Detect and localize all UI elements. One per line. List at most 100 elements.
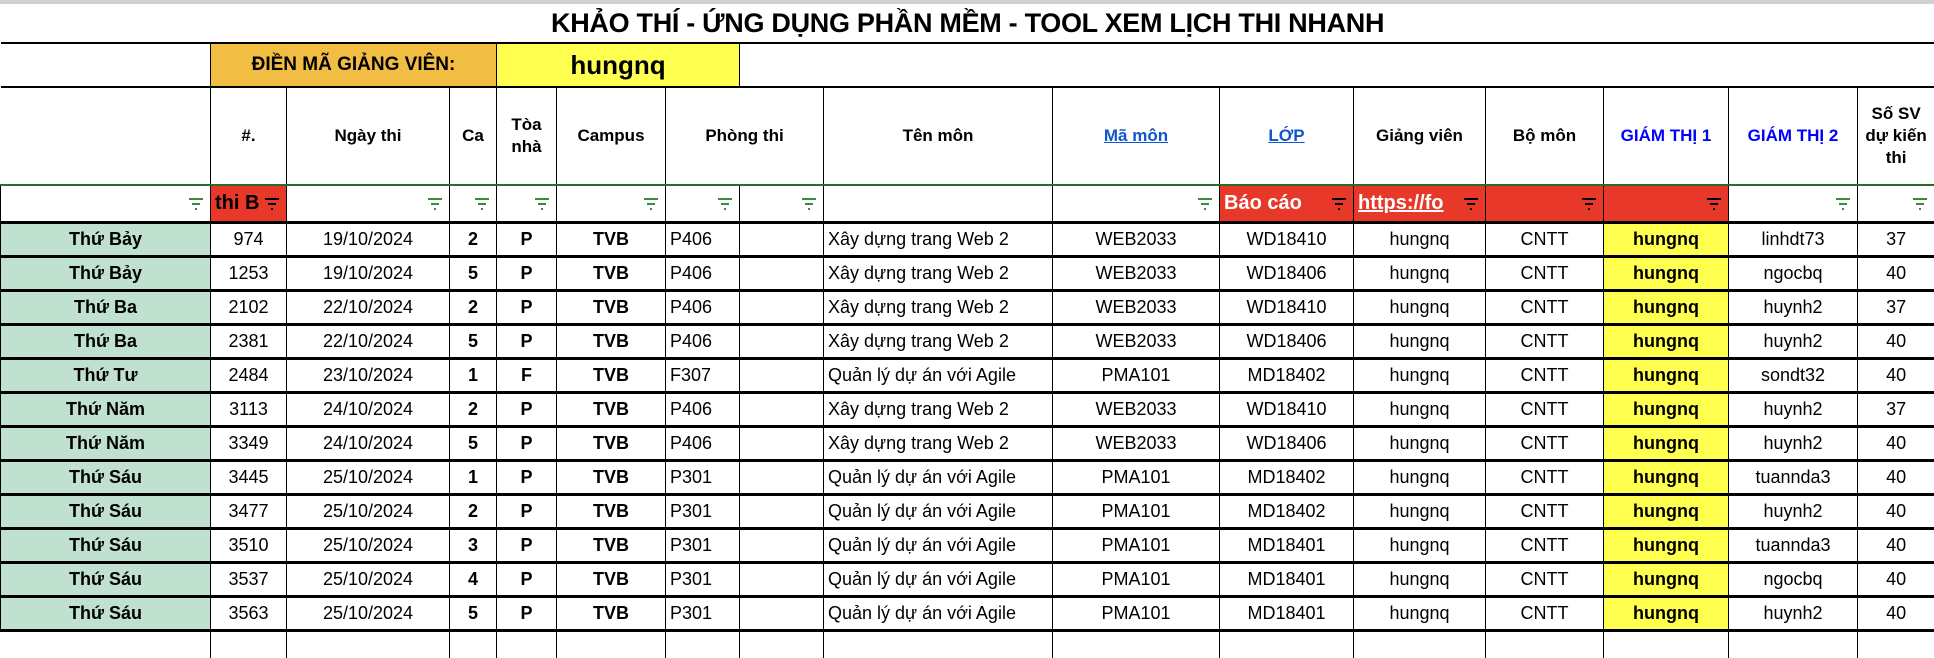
filter-icon[interactable] <box>1581 197 1597 211</box>
cell-proctor-2[interactable]: ngocbq <box>1729 562 1858 596</box>
cell-room-extra[interactable] <box>740 256 824 290</box>
filter-subject-name[interactable] <box>824 185 1053 222</box>
cell-building[interactable]: P <box>497 426 557 460</box>
cell-subject-name[interactable]: Quản lý dự án với Agile <box>824 528 1053 562</box>
cell-building[interactable]: P <box>497 290 557 324</box>
empty-cell[interactable] <box>740 630 824 658</box>
cell-department[interactable]: CNTT <box>1486 596 1604 630</box>
empty-cell[interactable] <box>1220 630 1354 658</box>
cell-building[interactable]: P <box>497 222 557 256</box>
cell-lecturer[interactable]: hungnq <box>1354 256 1486 290</box>
cell-room[interactable]: P406 <box>666 392 740 426</box>
cell-campus[interactable]: TVB <box>557 324 666 358</box>
cell-subject-name[interactable]: Xây dựng trang Web 2 <box>824 256 1053 290</box>
filter-index[interactable]: thi B <box>211 185 287 222</box>
cell-subject-code[interactable]: PMA101 <box>1053 562 1220 596</box>
cell-proctor-1[interactable]: hungnq <box>1604 426 1729 460</box>
filter-icon[interactable] <box>1835 197 1851 211</box>
cell-lecturer[interactable]: hungnq <box>1354 596 1486 630</box>
cell-department[interactable]: CNTT <box>1486 426 1604 460</box>
cell-weekday[interactable]: Thứ Sáu <box>1 460 211 494</box>
cell-weekday[interactable]: Thứ Sáu <box>1 494 211 528</box>
cell-room-extra[interactable] <box>740 392 824 426</box>
empty-cell[interactable] <box>1729 630 1858 658</box>
filter-proctor-2[interactable] <box>1729 185 1858 222</box>
cell-subject-code[interactable]: WEB2033 <box>1053 324 1220 358</box>
cell-campus[interactable]: TVB <box>557 562 666 596</box>
cell-weekday[interactable]: Thứ Sáu <box>1 528 211 562</box>
cell-lecturer[interactable]: hungnq <box>1354 358 1486 392</box>
cell-subject-name[interactable]: Quản lý dự án với Agile <box>824 494 1053 528</box>
cell-expected-students[interactable]: 40 <box>1858 358 1934 392</box>
cell-proctor-1[interactable]: hungnq <box>1604 528 1729 562</box>
cell-subject-name[interactable]: Quản lý dự án với Agile <box>824 358 1053 392</box>
empty-cell[interactable] <box>1604 630 1729 658</box>
filter-department[interactable] <box>1486 185 1604 222</box>
cell-lecturer[interactable]: hungnq <box>1354 562 1486 596</box>
empty-cell[interactable] <box>666 630 740 658</box>
cell-room[interactable]: P301 <box>666 596 740 630</box>
cell-exam-date[interactable]: 25/10/2024 <box>287 460 450 494</box>
cell-class[interactable]: MD18401 <box>1220 528 1354 562</box>
cell-department[interactable]: CNTT <box>1486 494 1604 528</box>
cell-class[interactable]: WD18410 <box>1220 290 1354 324</box>
cell-subject-name[interactable]: Xây dựng trang Web 2 <box>824 222 1053 256</box>
filter-icon[interactable] <box>1197 197 1213 211</box>
cell-subject-name[interactable]: Quản lý dự án với Agile <box>824 460 1053 494</box>
cell-proctor-2[interactable]: huynh2 <box>1729 324 1858 358</box>
filter-icon[interactable] <box>717 197 733 211</box>
filter-date[interactable] <box>287 185 450 222</box>
class-link[interactable]: LỚP <box>1268 126 1304 145</box>
cell-lecturer[interactable]: hungnq <box>1354 222 1486 256</box>
cell-index[interactable]: 3445 <box>211 460 287 494</box>
empty-cell[interactable] <box>1858 630 1934 658</box>
cell-subject-code[interactable]: WEB2033 <box>1053 256 1220 290</box>
cell-class[interactable]: MD18401 <box>1220 562 1354 596</box>
cell-building[interactable]: P <box>497 596 557 630</box>
cell-campus[interactable]: TVB <box>557 426 666 460</box>
cell-room-extra[interactable] <box>740 494 824 528</box>
cell-exam-date[interactable]: 19/10/2024 <box>287 222 450 256</box>
lecturer-code-input[interactable]: hungnq <box>497 43 740 87</box>
cell-room-extra[interactable] <box>740 460 824 494</box>
cell-class[interactable]: WD18406 <box>1220 426 1354 460</box>
filter-icon[interactable] <box>474 197 490 211</box>
filter-shift[interactable] <box>450 185 497 222</box>
cell-department[interactable]: CNTT <box>1486 256 1604 290</box>
empty-cell[interactable] <box>450 630 497 658</box>
cell-campus[interactable]: TVB <box>557 460 666 494</box>
cell-subject-name[interactable]: Quản lý dự án với Agile <box>824 562 1053 596</box>
cell-building[interactable]: F <box>497 358 557 392</box>
cell-weekday[interactable]: Thứ Ba <box>1 290 211 324</box>
cell-room[interactable]: P406 <box>666 290 740 324</box>
cell-index[interactable]: 3510 <box>211 528 287 562</box>
cell-expected-students[interactable]: 37 <box>1858 222 1934 256</box>
empty-cell[interactable] <box>1354 630 1486 658</box>
cell-department[interactable]: CNTT <box>1486 324 1604 358</box>
filter-room[interactable] <box>666 185 740 222</box>
cell-room-extra[interactable] <box>740 222 824 256</box>
cell-proctor-2[interactable]: huynh2 <box>1729 494 1858 528</box>
cell-subject-name[interactable]: Xây dựng trang Web 2 <box>824 324 1053 358</box>
cell-department[interactable]: CNTT <box>1486 460 1604 494</box>
cell-building[interactable]: P <box>497 460 557 494</box>
cell-weekday[interactable]: Thứ Bảy <box>1 222 211 256</box>
cell-proctor-1[interactable]: hungnq <box>1604 358 1729 392</box>
cell-proctor-1[interactable]: hungnq <box>1604 460 1729 494</box>
cell-room[interactable]: P406 <box>666 256 740 290</box>
cell-expected-students[interactable]: 40 <box>1858 528 1934 562</box>
cell-exam-date[interactable]: 25/10/2024 <box>287 528 450 562</box>
filter-icon[interactable] <box>188 197 204 211</box>
cell-proctor-2[interactable]: huynh2 <box>1729 290 1858 324</box>
cell-subject-name[interactable]: Xây dựng trang Web 2 <box>824 392 1053 426</box>
cell-campus[interactable]: TVB <box>557 222 666 256</box>
header-class[interactable]: LỚP <box>1220 87 1354 185</box>
cell-campus[interactable]: TVB <box>557 528 666 562</box>
cell-index[interactable]: 2102 <box>211 290 287 324</box>
cell-room-extra[interactable] <box>740 596 824 630</box>
cell-room-extra[interactable] <box>740 562 824 596</box>
empty-cell[interactable] <box>497 630 557 658</box>
cell-exam-date[interactable]: 25/10/2024 <box>287 494 450 528</box>
cell-exam-date[interactable]: 22/10/2024 <box>287 324 450 358</box>
cell-weekday[interactable]: Thứ Bảy <box>1 256 211 290</box>
